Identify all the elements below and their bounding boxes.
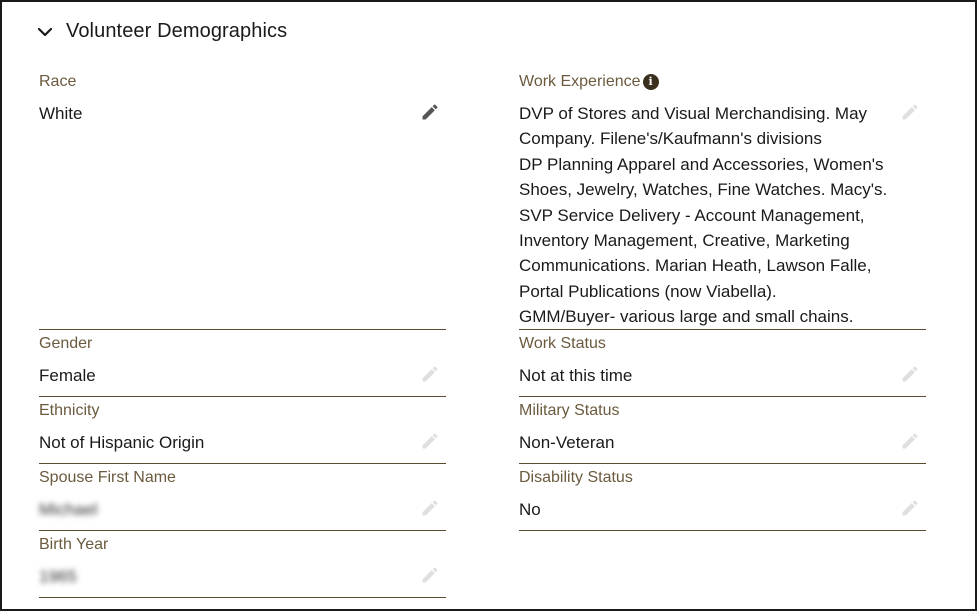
left-column: Race White Gender Female Ethnicity Not o… — [39, 68, 446, 598]
work-experience-line: Portal Publications (now Viabella). — [519, 281, 777, 301]
field-value-disability-status: No — [519, 500, 541, 519]
work-experience-line: SVP Service Delivery - Account Managemen… — [519, 205, 865, 225]
field-military-status: Military Status Non-Veteran — [519, 397, 926, 464]
field-label-ethnicity: Ethnicity — [39, 402, 100, 419]
work-experience-line: Inventory Management, Creative, Marketin… — [519, 231, 850, 251]
field-value-race: White — [39, 104, 83, 123]
pencil-icon[interactable] — [900, 102, 920, 122]
field-work-status: Work Status Not at this time — [519, 330, 926, 397]
pencil-icon[interactable] — [420, 102, 440, 122]
field-label-disability-status: Disability Status — [519, 469, 633, 486]
field-value-birth-year: 1965 — [39, 567, 77, 586]
work-experience-line: Communications. Marian Heath, Lawson Fal… — [519, 256, 872, 276]
work-experience-line: GMM/Buyer- various large and small chain… — [519, 307, 854, 327]
field-label-military-status: Military Status — [519, 402, 620, 419]
work-experience-line: Shoes, Jewelry, Watches, Fine Watches. M… — [519, 180, 888, 200]
demographics-panel: Volunteer Demographics Race White Gender… — [0, 0, 977, 611]
field-label-birth-year: Birth Year — [39, 536, 109, 553]
field-value-spouse-first-name: Michael — [39, 500, 98, 519]
field-spouse-first-name: Spouse First Name Michael — [39, 464, 446, 531]
field-birth-year: Birth Year 1965 — [39, 531, 446, 598]
field-disability-status: Disability Status No — [519, 464, 926, 531]
pencil-icon[interactable] — [900, 498, 920, 518]
work-experience-line: DVP of Stores and Visual Merchandising. … — [519, 104, 868, 123]
right-column: Work Experience i DVP of Stores and Visua… — [519, 68, 926, 531]
section-header-toggle[interactable]: Volunteer Demographics — [36, 20, 287, 43]
chevron-down-icon[interactable] — [36, 23, 54, 41]
field-work-experience: Work Experience i DVP of Stores and Visua… — [519, 68, 926, 330]
field-value-work-status: Not at this time — [519, 366, 633, 385]
field-gender: Gender Female — [39, 330, 446, 397]
pencil-icon[interactable] — [420, 364, 440, 384]
pencil-icon[interactable] — [420, 431, 440, 451]
pencil-icon[interactable] — [900, 431, 920, 451]
field-label-work-experience: Work Experience i — [519, 73, 659, 91]
pencil-icon[interactable] — [900, 364, 920, 384]
field-value-military-status: Non-Veteran — [519, 433, 615, 452]
info-icon[interactable]: i — [642, 74, 659, 90]
work-experience-line: Company. Filene's/Kaufmann's divisions — [519, 129, 822, 149]
field-label-race: Race — [39, 73, 77, 90]
field-label-spouse-first-name: Spouse First Name — [39, 469, 176, 486]
field-label-gender: Gender — [39, 335, 93, 352]
field-value-ethnicity: Not of Hispanic Origin — [39, 433, 205, 452]
section-title: Volunteer Demographics — [66, 20, 288, 42]
pencil-icon[interactable] — [420, 498, 440, 518]
field-ethnicity: Ethnicity Not of Hispanic Origin — [39, 397, 446, 464]
field-label-work-status: Work Status — [519, 335, 606, 352]
field-value-work-experience: DVP of Stores and Visual Merchandising. … — [519, 101, 894, 330]
field-value-gender: Female — [39, 366, 96, 385]
work-experience-line: DP Planning Apparel and Accessories, Wom… — [519, 154, 884, 174]
work-experience-label-text: Work Experience — [519, 73, 641, 90]
field-race: Race White — [39, 68, 446, 330]
pencil-icon[interactable] — [420, 565, 440, 585]
